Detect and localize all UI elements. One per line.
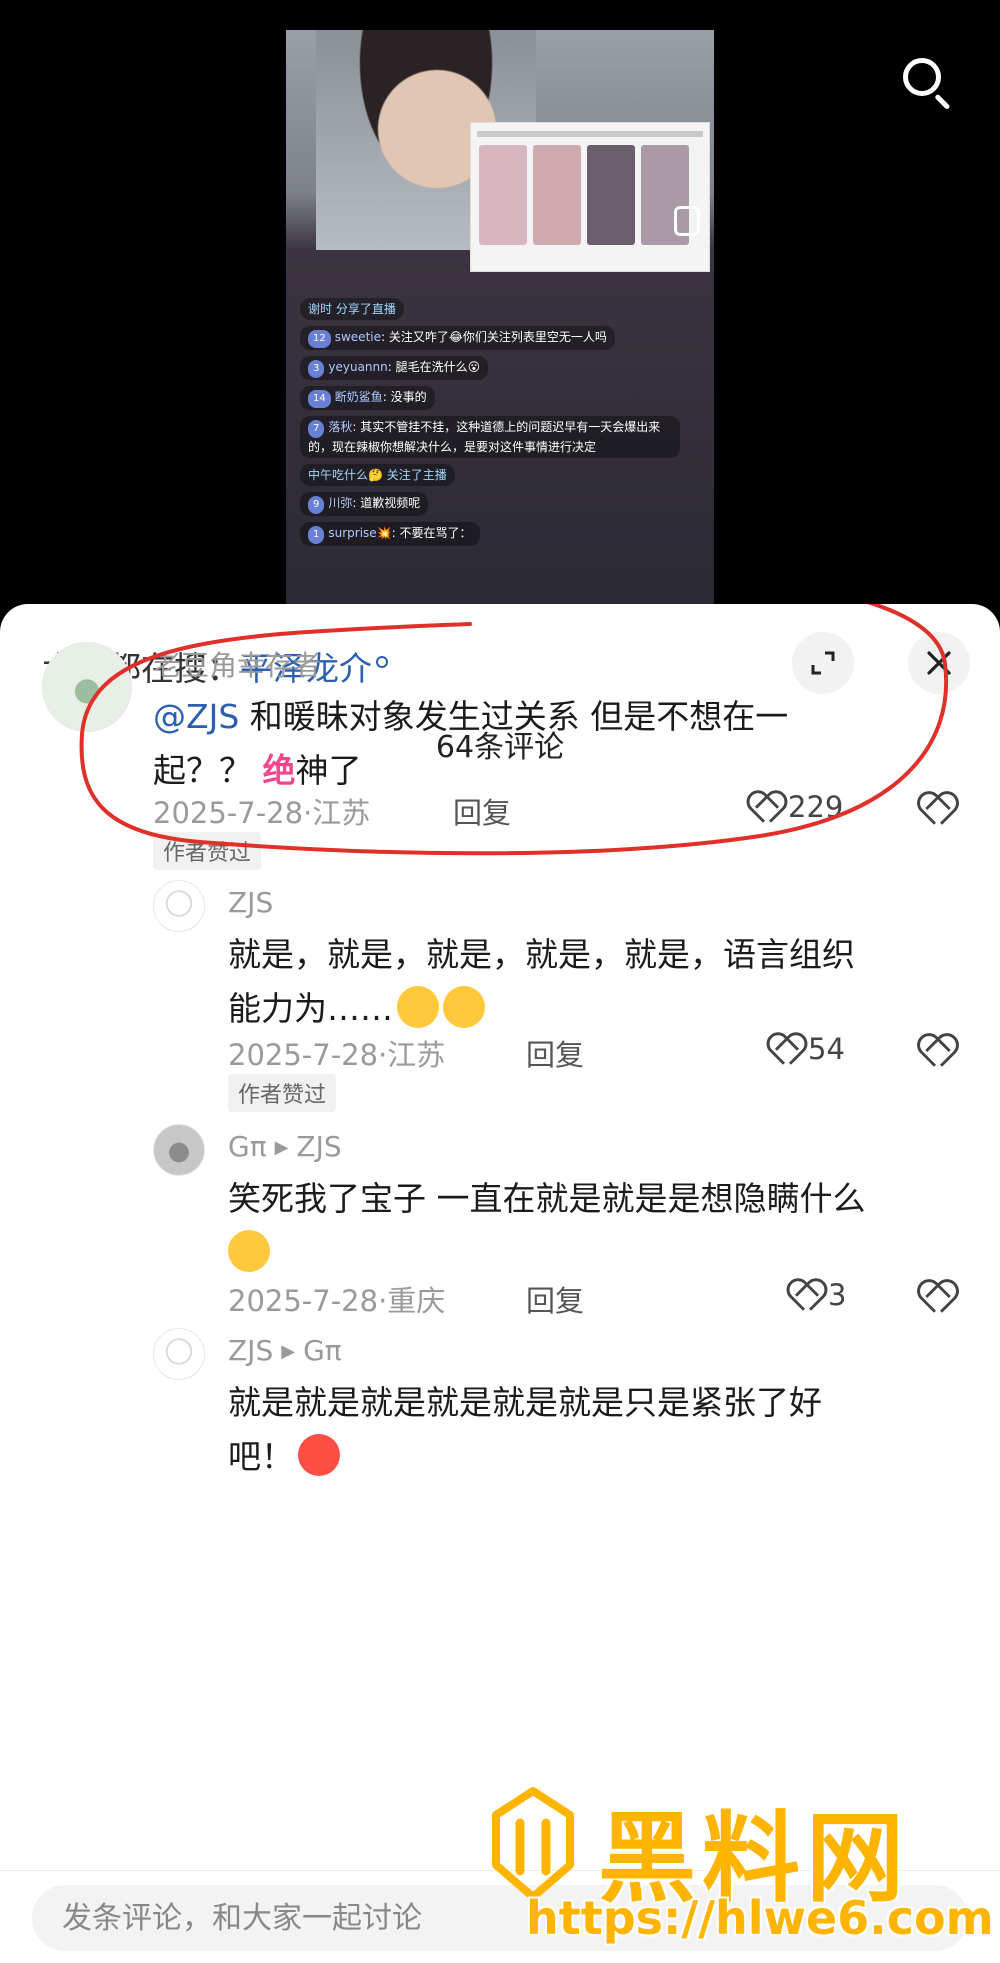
- crying-emoji-icon: [397, 986, 439, 1028]
- live-chat-feed: 谢时 分享了直播 12 sweetie: 关注又咋了😂你们关注列表里空无一人吗 3…: [300, 298, 690, 552]
- reply-arrow-icon: ▶: [281, 1341, 296, 1362]
- comment-username[interactable]: ZJS ▶ Gπ: [228, 1334, 342, 1367]
- reply-button[interactable]: 回复: [526, 1032, 584, 1074]
- comment-date-location: 2025-7-28·江苏: [228, 1038, 446, 1072]
- reply-button[interactable]: 回复: [526, 1278, 584, 1320]
- dislike-icon[interactable]: [918, 1282, 952, 1312]
- commenter-avatar-3[interactable]: [153, 1124, 205, 1176]
- comment-text: @ZJS 和暖昧对象发生过关系 但是不想在一 起？？ 绝神了: [153, 697, 789, 790]
- chat-message: 7 落秋: 其实不管挂不挂，这种道德上的问题迟早有一天会爆出来的，现在辣椒你想解决…: [300, 416, 680, 458]
- heart-icon: [788, 1281, 820, 1309]
- mention-link[interactable]: @ZJS: [153, 697, 239, 736]
- comment-sheet: 大家都在搜：平泽龙介 64条评论 老豆角幸存者 @ZJS 和暖昧对象发生过关系 …: [0, 604, 1000, 1963]
- comment-text: 笑死我了宝子 一直在就是就是是想隐瞒什么: [228, 1172, 968, 1280]
- comment-text: 就是，就是，就是，就是，就是，语言组织 能力为……: [228, 935, 855, 1028]
- comment-text: 就是就是就是就是就是就是只是紧张了好 吧！: [228, 1383, 822, 1476]
- comment-input-bar: [0, 1870, 1000, 1963]
- comment-username[interactable]: ZJS: [228, 886, 273, 919]
- comment-date-location: 2025-7-28·重庆: [228, 1284, 446, 1318]
- chat-message: 3 yeyuannn: 腿毛在洗什么😮: [300, 356, 489, 380]
- close-icon: [927, 651, 951, 675]
- hot-word: 绝: [262, 751, 296, 790]
- reply-arrow-icon: ▶: [274, 1137, 289, 1158]
- chat-message: 9 川弥: 道歉视频呢: [300, 492, 429, 516]
- search-icon: [376, 656, 388, 668]
- like-button[interactable]: 229: [748, 790, 843, 824]
- chat-message: 1 surprise💥: 不要在骂了：: [300, 522, 480, 546]
- live-video-area[interactable]: 谢时 分享了直播 12 sweetie: 关注又咋了😂你们关注列表里空无一人吗 3…: [0, 0, 1000, 610]
- heart-icon: [768, 1035, 800, 1063]
- author-liked-badge: 作者赞过: [153, 832, 262, 870]
- like-count: 54: [808, 1032, 845, 1066]
- comment-input[interactable]: [32, 1885, 968, 1951]
- close-button[interactable]: [908, 632, 970, 694]
- live-stream-frame[interactable]: 谢时 分享了直播 12 sweetie: 关注又咋了😂你们关注列表里空无一人吗 3…: [286, 30, 714, 610]
- search-button[interactable]: [895, 52, 959, 116]
- chat-message: 中午吃什么🤔 关注了主播: [300, 464, 455, 486]
- like-count: 229: [788, 790, 844, 824]
- screen-share-icon[interactable]: [674, 206, 700, 236]
- comment-date-location: 2025-7-28·江苏: [153, 796, 371, 830]
- search-icon: [903, 58, 941, 96]
- expand-icon: [811, 651, 835, 675]
- comment-username[interactable]: Gπ ▶ ZJS: [228, 1130, 342, 1163]
- author-liked-badge: 作者赞过: [228, 1074, 337, 1112]
- reply-button[interactable]: 回复: [453, 790, 511, 832]
- like-count: 3: [828, 1278, 847, 1312]
- heart-icon: [748, 793, 780, 821]
- commenter-avatar-4[interactable]: [153, 1328, 205, 1380]
- dislike-icon[interactable]: [918, 794, 952, 824]
- chat-message: 12 sweetie: 关注又咋了😂你们关注列表里空无一人吗: [300, 326, 615, 350]
- like-button[interactable]: 3: [788, 1278, 846, 1312]
- laughing-emoji-icon: [228, 1230, 270, 1272]
- angry-emoji-icon: [298, 1434, 340, 1476]
- expand-button[interactable]: [792, 632, 854, 694]
- chat-message: 谢时 分享了直播: [300, 298, 404, 320]
- comment-username[interactable]: 老豆角幸存者: [153, 644, 321, 684]
- commenter-avatar-1[interactable]: [42, 642, 132, 732]
- like-button[interactable]: 54: [768, 1032, 845, 1066]
- crying-emoji-icon: [443, 986, 485, 1028]
- chat-message: 14 断奶鲨鱼: 没事的: [300, 386, 435, 410]
- shared-screen-thumbnail: [470, 122, 710, 272]
- commenter-avatar-2[interactable]: [153, 880, 205, 932]
- dislike-icon[interactable]: [918, 1036, 952, 1066]
